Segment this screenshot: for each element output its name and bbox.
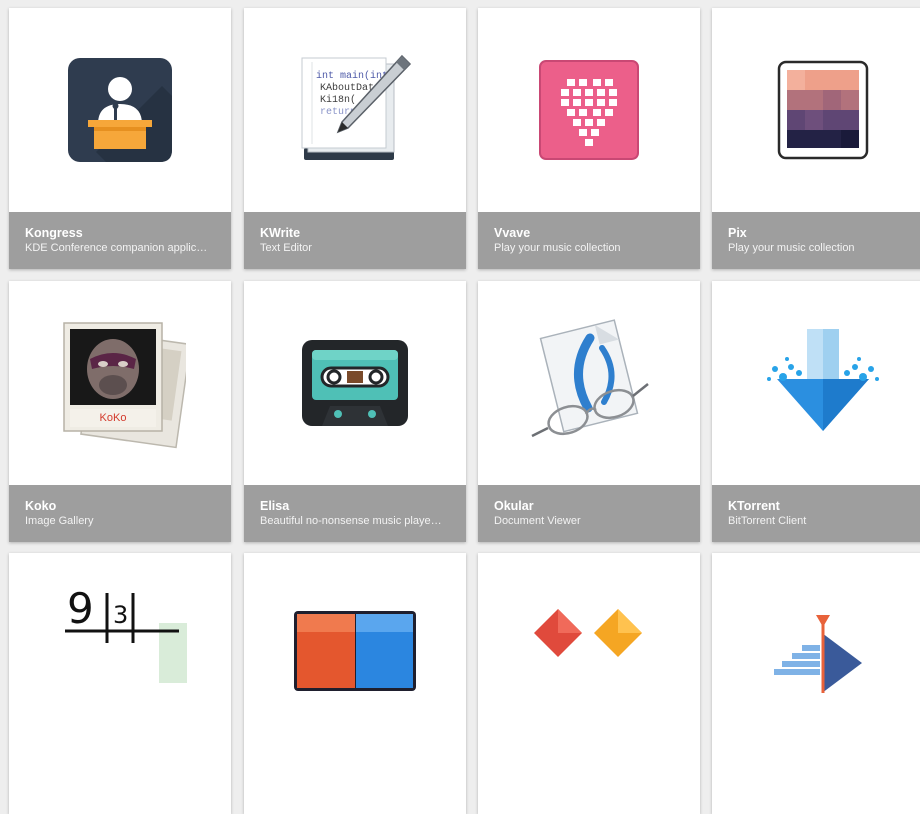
- app-caption: Koko Image Gallery: [9, 485, 231, 542]
- app-name: KWrite: [260, 226, 301, 240]
- app-name: Vvave: [494, 226, 531, 240]
- app-description: Image Gallery: [25, 515, 94, 527]
- app-art: [9, 8, 231, 212]
- sudoku-digit: 9: [67, 584, 94, 633]
- app-caption: Vvave Play your music collection: [478, 212, 700, 269]
- app-description: KDE Conference companion applic…: [25, 242, 208, 254]
- app-art: 9 3: [9, 553, 231, 757]
- app-card-stairs[interactable]: [712, 553, 920, 814]
- code-line: int main(int: [316, 70, 388, 82]
- red-orange-diamonds-icon: [534, 609, 642, 657]
- red-blue-panels-icon: [294, 611, 416, 691]
- text-editor-pen-icon: int main(int KAboutDat Ki18n( return: [301, 54, 412, 160]
- app-art: KoKo: [9, 281, 231, 485]
- app-card-ktorrent[interactable]: KTorrent BitTorrent Client: [712, 281, 920, 542]
- app-description: Play your music collection: [728, 242, 855, 254]
- app-card-kongress[interactable]: Kongress KDE Conference companion applic…: [9, 8, 231, 269]
- app-caption: Okular Document Viewer: [478, 485, 700, 542]
- app-caption: Pix Play your music collection: [712, 212, 920, 269]
- app-card-koko[interactable]: KoKo Koko Image Gallery: [9, 281, 231, 542]
- koko-label: KoKo: [100, 412, 127, 424]
- app-description: Text Editor: [260, 242, 312, 254]
- app-description: Play your music collection: [494, 242, 621, 254]
- app-art: [712, 281, 920, 485]
- app-card-pix[interactable]: Pix Play your music collection: [712, 8, 920, 269]
- app-card-diamonds[interactable]: [478, 553, 700, 814]
- app-card-panels[interactable]: [244, 553, 466, 814]
- app-card-okular[interactable]: Okular Document Viewer: [478, 281, 700, 542]
- download-arrow-splash-icon: [767, 329, 879, 431]
- app-name: Pix: [728, 226, 747, 240]
- app-name: Kongress: [25, 226, 83, 240]
- app-name: Okular: [494, 499, 534, 513]
- app-name: Elisa: [260, 499, 290, 513]
- app-art: [244, 553, 466, 757]
- sudoku-numbers-icon: 9 3: [65, 584, 187, 683]
- app-name: KTorrent: [728, 499, 780, 513]
- app-art: int main(int KAboutDat Ki18n( return: [244, 8, 466, 212]
- app-caption: KWrite Text Editor: [244, 212, 466, 269]
- app-card-kwrite[interactable]: int main(int KAboutDat Ki18n( return KWr…: [244, 8, 466, 269]
- app-art: [478, 8, 700, 212]
- app-art: [478, 281, 700, 485]
- app-art: [478, 553, 700, 757]
- app-card-elisa[interactable]: Elisa Beautiful no-nonsense music playe…: [244, 281, 466, 542]
- code-line: Ki18n(: [320, 94, 356, 106]
- app-art: [244, 281, 466, 485]
- sudoku-digit: 3: [113, 601, 128, 629]
- app-name: Koko: [25, 499, 57, 513]
- app-caption: KTorrent BitTorrent Client: [712, 485, 920, 542]
- app-description: Beautiful no-nonsense music playe…: [260, 515, 442, 527]
- app-caption: Kongress KDE Conference companion applic…: [9, 212, 231, 269]
- gradient-picture-frame-icon: [777, 60, 869, 160]
- app-art: [712, 8, 920, 212]
- cassette-tape-icon: [302, 340, 408, 426]
- app-description: BitTorrent Client: [728, 515, 807, 527]
- pink-heart-grid-icon: [539, 60, 639, 160]
- app-description: Document Viewer: [494, 515, 581, 527]
- code-line: KAboutDat: [320, 82, 374, 94]
- presenter-podium-icon: [68, 58, 172, 162]
- gorilla-photo-icon: KoKo: [63, 322, 186, 449]
- stairs-triangle-icon: [774, 615, 862, 693]
- app-grid: Kongress KDE Conference companion applic…: [0, 0, 920, 814]
- app-card-vvave[interactable]: Vvave Play your music collection: [478, 8, 700, 269]
- app-card-sudoku[interactable]: 9 3: [9, 553, 231, 814]
- document-glasses-icon: [531, 319, 649, 438]
- app-art: [712, 553, 920, 757]
- app-caption: Elisa Beautiful no-nonsense music playe…: [244, 485, 466, 542]
